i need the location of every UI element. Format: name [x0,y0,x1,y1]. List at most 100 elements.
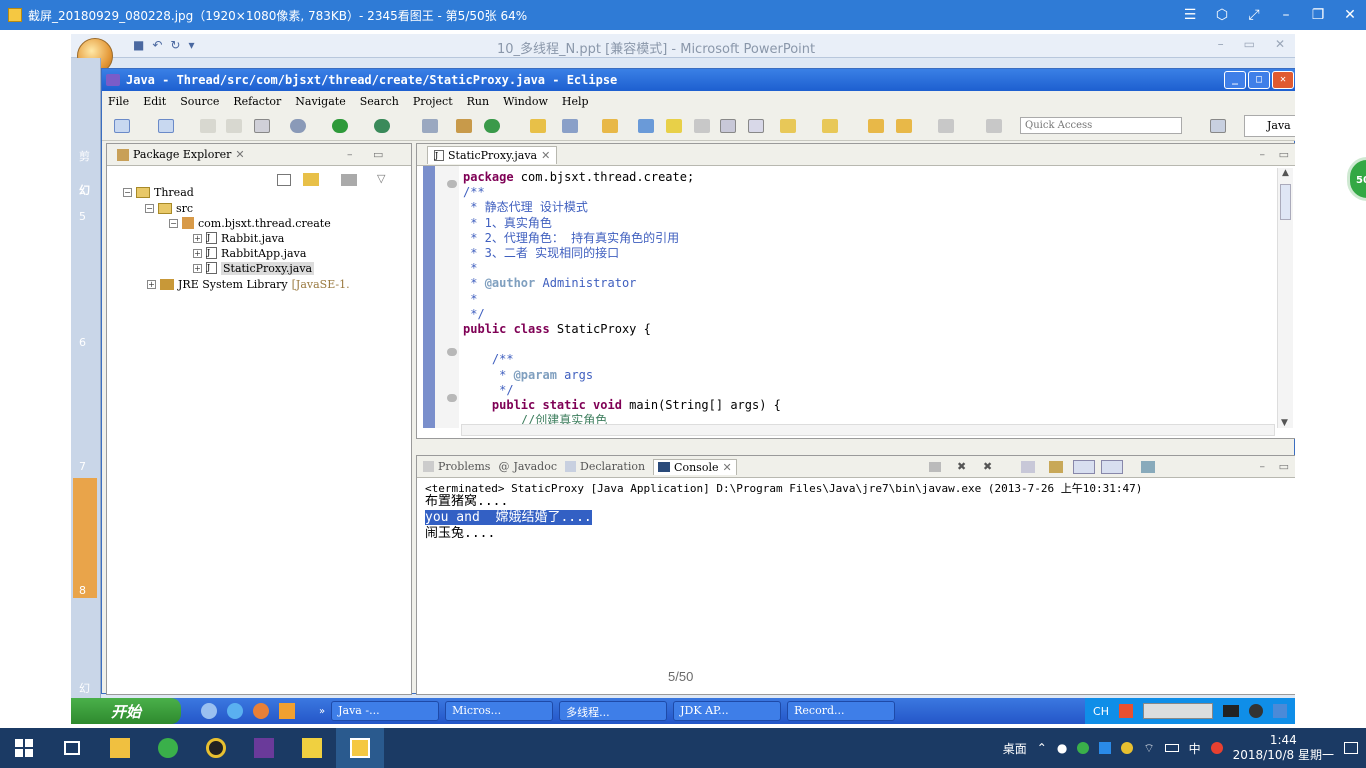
open-perspective-icon[interactable] [1210,119,1226,133]
pin-console-icon[interactable] [1073,459,1095,474]
taskbar-app-help[interactable] [288,728,336,768]
close-tab-icon[interactable]: ✕ [722,461,731,474]
start-button[interactable]: 开始 [71,698,181,724]
tab-console[interactable]: Console ✕ [653,458,737,475]
restore-button[interactable]: ❐ [1302,7,1334,23]
clear-console-icon[interactable] [1021,460,1035,473]
network-icon[interactable] [1223,705,1239,717]
minimize-view-icon[interactable]: – [1260,148,1266,161]
tree-node-src[interactable]: − src [145,200,193,216]
qq-icon[interactable] [1249,704,1263,718]
taskbar-button-record[interactable]: Record... [787,701,896,721]
undo-icon[interactable]: ↶ [152,38,162,52]
save-icon[interactable] [200,119,216,133]
show-whitespace-icon[interactable] [720,119,736,133]
menu-run[interactable]: Run [467,95,489,108]
scroll-up-icon[interactable]: ▲ [1278,168,1293,178]
firefox-icon[interactable] [253,703,269,719]
fold-icon[interactable] [447,394,457,402]
redo-icon[interactable]: ↻ [170,38,180,52]
close-button[interactable]: ✕ [1272,71,1294,89]
external-tools-icon[interactable] [374,119,390,133]
slide-number[interactable]: 8 [79,584,86,597]
expand-icon[interactable]: + [193,233,202,243]
taskbar-button-powerpoint[interactable]: Micros... [445,701,554,721]
ime-indicator[interactable]: 中 [1189,740,1201,757]
code-text[interactable]: package com.bjsxt.thread.create; /** * 静… [463,170,781,428]
paragraph-icon[interactable] [748,119,764,133]
open-type-icon[interactable] [530,119,546,133]
save-all-icon[interactable] [226,119,242,133]
current-slide-thumbnail[interactable] [73,478,97,598]
tab-problems[interactable]: Problems [423,460,490,473]
maximize-view-icon[interactable]: ▭ [1279,460,1289,473]
ime-icon[interactable] [1119,704,1133,718]
tray-app-icon[interactable] [1121,742,1134,754]
language-indicator[interactable]: CH [1093,705,1109,718]
java-perspective-button[interactable]: Java [1244,115,1295,137]
close-view-icon[interactable]: ✕ [235,148,244,161]
link-editor-icon[interactable] [303,173,319,186]
remove-all-icon[interactable]: ✖ [983,460,992,473]
taskbar-app-image-viewer[interactable] [336,728,384,768]
maximize-view-icon[interactable]: ▭ [1279,148,1289,161]
open-icon[interactable] [158,119,174,133]
sogou-icon[interactable] [1210,742,1223,754]
skin-icon[interactable]: ⬡ [1206,7,1238,23]
fold-icon[interactable] [447,348,457,356]
scroll-lock-icon[interactable] [1049,460,1063,473]
tree-node-file[interactable]: + J Rabbit.java [193,230,284,246]
scroll-thumb[interactable] [1280,184,1291,220]
search-icon[interactable] [562,119,578,133]
display-console-icon[interactable] [1101,459,1123,474]
expand-icon[interactable]: + [147,279,156,289]
desktop-label[interactable]: 桌面 [1003,740,1027,757]
restore-icon[interactable]: ▭ [1244,37,1255,51]
customize-icon[interactable]: ▾ [188,38,194,52]
ie-icon[interactable] [227,703,243,719]
view-menu-icon[interactable] [341,174,357,186]
chevron-down-icon[interactable]: ▽ [377,172,385,185]
slide-number[interactable]: 5 [79,210,86,223]
volume-icon[interactable] [1273,704,1287,718]
menu-search[interactable]: Search [360,95,399,108]
minimize-icon[interactable]: – [1218,37,1224,51]
menu-source[interactable]: Source [180,95,219,108]
taskbar-button-java[interactable]: Java -... [331,701,440,721]
taskbar-app-qq[interactable] [192,728,240,768]
menu-refactor[interactable]: Refactor [233,95,281,108]
slide-number[interactable]: 7 [79,460,86,473]
next-annotation-icon[interactable] [780,119,796,133]
task-view-button[interactable] [48,728,96,768]
menu-edit[interactable]: Edit [143,95,166,108]
prev-annotation-icon[interactable] [822,119,838,133]
fullscreen-icon[interactable]: ⤢ [1238,7,1270,23]
new-class-icon[interactable] [484,119,500,133]
maximize-button[interactable]: □ [1248,71,1270,89]
link-icon[interactable] [986,119,1002,133]
tree-node-file[interactable]: + J RabbitApp.java [193,245,306,261]
wifi-icon[interactable]: ⌔ [1143,741,1154,756]
expand-icon[interactable]: + [193,248,202,258]
maximize-view-icon[interactable]: ▭ [373,148,383,161]
battery-icon[interactable] [1164,744,1179,752]
block-selection-icon[interactable] [694,119,710,133]
tray-icon[interactable] [1143,703,1213,719]
chevron-up-icon[interactable]: ⌃ [1037,741,1047,755]
tray-app-icon[interactable] [1077,742,1090,754]
minimize-view-icon[interactable]: – [1260,460,1266,473]
windows-start-button[interactable] [0,728,48,768]
close-icon[interactable]: ✕ [1275,37,1285,51]
scroll-down-icon[interactable]: ▼ [1281,418,1288,428]
menu-navigate[interactable]: Navigate [295,95,345,108]
new-icon[interactable] [114,119,130,133]
minimize-view-icon[interactable]: – [347,148,353,161]
menu-project[interactable]: Project [413,95,453,108]
debug-icon[interactable] [290,119,306,133]
console-output[interactable]: 布置猪窝.... you and 嫦娥结婚了.... 闹玉兔.... [425,494,592,542]
tree-node-file-selected[interactable]: + J StaticProxy.java [193,260,315,276]
quick-launch-icon[interactable] [201,703,217,719]
open-console-icon[interactable] [1141,460,1155,473]
run-icon[interactable] [332,119,348,133]
collapse-icon[interactable]: − [145,203,154,213]
